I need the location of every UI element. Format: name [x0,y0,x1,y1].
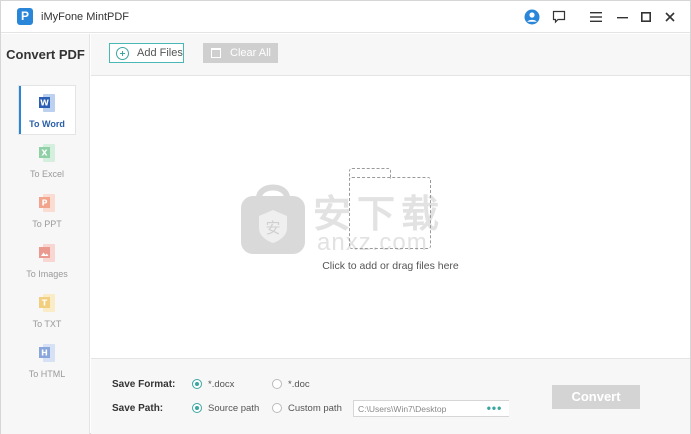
maximize-button[interactable] [636,7,656,27]
add-files-button[interactable]: Add Files [109,43,184,63]
hamburger-icon [590,12,602,22]
svg-text:W: W [40,99,49,108]
app-window: P iMyFone MintPDF Convert PDF W To Word … [0,0,691,434]
source-path-label: Source path [208,403,260,414]
sidebar-item-label: To Word [29,119,65,129]
path-value: C:\Users\Win7\Desktop [358,404,447,414]
custom-path-label: Custom path [288,403,342,414]
format-docx-radio[interactable] [192,379,202,389]
clear-all-button[interactable]: Clear All [203,43,278,63]
toolbar: Add Files Clear All [91,34,690,76]
format-doc-radio[interactable] [272,379,282,389]
format-docx-label: *.docx [208,379,235,390]
feedback-button[interactable] [549,7,569,27]
app-logo-icon: P [17,8,33,25]
word-file-icon: W [39,94,55,112]
save-format-label: Save Format: [112,379,176,390]
add-files-label: Add Files [137,47,183,59]
sidebar-item-label: To HTML [28,369,66,379]
minimize-icon [616,17,628,19]
sidebar-item-to-excel[interactable]: X To Excel [19,136,75,184]
svg-text:T: T [42,299,48,308]
chat-icon [552,10,566,24]
watermark-bag-icon: 安 [241,184,305,254]
image-file-icon [39,244,55,262]
sidebar-item-to-html[interactable]: H To HTML [19,336,75,384]
file-drop-zone[interactable]: 安 安下载 anxz.com Click to add or drag file… [91,77,690,357]
path-input[interactable]: C:\Users\Win7\Desktop ••• [353,400,509,417]
format-doc-label: *.doc [288,379,310,390]
trash-icon [211,48,221,58]
save-path-label: Save Path: [112,403,164,414]
minimize-button[interactable] [612,7,632,27]
close-button[interactable] [660,7,680,27]
sidebar-item-label: To Images [26,269,68,279]
sidebar-item-label: To Excel [29,169,64,179]
svg-text:H: H [41,349,48,358]
txt-file-icon: T [39,294,55,312]
sidebar-item-to-images[interactable]: To Images [19,236,75,284]
sidebar-item-to-word[interactable]: W To Word [19,86,75,134]
plus-circle-icon [116,46,129,60]
clear-all-label: Clear All [230,47,271,59]
sidebar-item-label: To PPT [32,219,62,229]
sidebar-title: Convert PDF [6,47,85,62]
svg-text:P: P [42,199,48,208]
watermark-glyph: 安 [265,219,280,237]
custom-path-radio[interactable] [272,403,282,413]
svg-text:X: X [41,149,48,158]
more-dots-icon: ••• [486,401,503,415]
maximize-icon [641,12,651,22]
title-bar: P iMyFone MintPDF [1,1,690,33]
app-title: iMyFone MintPDF [41,11,130,23]
user-icon [524,9,540,25]
convert-button[interactable]: Convert [552,385,640,409]
ppt-file-icon: P [39,194,55,212]
excel-file-icon: X [39,144,55,162]
menu-button[interactable] [586,7,606,27]
drop-hint: Click to add or drag files here [322,260,459,272]
sidebar-item-label: To TXT [32,319,62,329]
sidebar-item-to-ppt[interactable]: P To PPT [19,186,75,234]
browse-path-button[interactable]: ••• [480,401,509,416]
source-path-radio[interactable] [192,403,202,413]
close-icon [665,12,675,22]
conversion-options: Save Format: *.docx *.doc Save Path: Sou… [91,358,690,434]
sidebar-item-to-txt[interactable]: T To TXT [19,286,75,334]
folder-drop-icon [349,168,431,249]
html-file-icon: H [39,344,55,362]
sidebar: Convert PDF W To Word X To Excel P To PP… [1,34,90,434]
account-button[interactable] [522,7,542,27]
